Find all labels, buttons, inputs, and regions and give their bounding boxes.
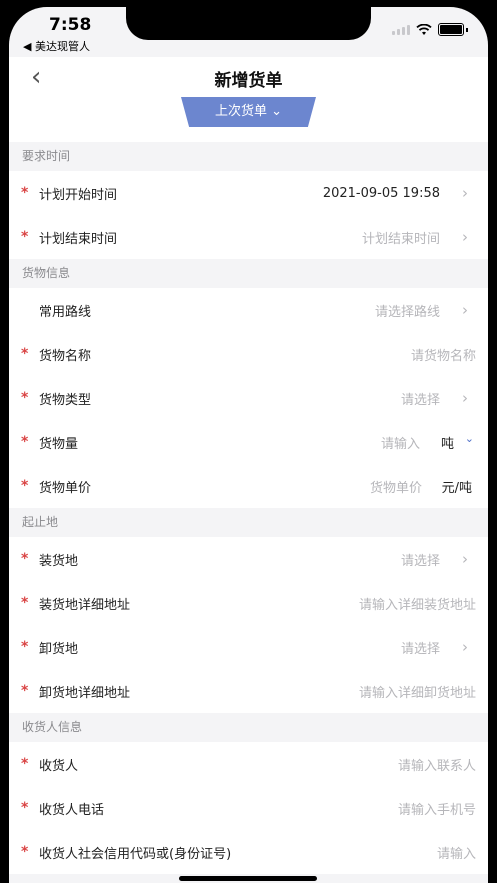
goods-type-label: 货物类型 bbox=[39, 392, 92, 408]
chevron-right-icon: › bbox=[462, 228, 468, 246]
load-place-row[interactable]: * 装货地 请选择 › bbox=[9, 537, 488, 581]
goods-qty-input[interactable]: 请输入 bbox=[381, 433, 420, 452]
last-order-button[interactable]: 上次货单 ⌄ bbox=[181, 97, 316, 127]
order-form: 要求时间 * 计划开始时间 2021-09-05 19:58 › * 计划结束时… bbox=[9, 142, 488, 874]
goods-qty-unit[interactable]: 吨 bbox=[441, 433, 454, 452]
load-place-value[interactable]: 请选择 bbox=[401, 550, 440, 569]
common-route-row[interactable]: 常用路线 请选择路线 › bbox=[9, 288, 488, 332]
plan-start-row[interactable]: * 计划开始时间 2021-09-05 19:58 › bbox=[9, 171, 488, 215]
unload-place-value[interactable]: 请选择 bbox=[401, 638, 440, 657]
signal-icon bbox=[392, 24, 410, 35]
load-addr-input[interactable]: 请输入详细装货地址 bbox=[359, 594, 476, 613]
load-addr-label: 装货地详细地址 bbox=[39, 597, 131, 613]
goods-name-label: 货物名称 bbox=[39, 348, 92, 364]
goods-price-unit: 元/吨 bbox=[441, 480, 472, 496]
required-icon: * bbox=[21, 346, 29, 362]
plan-end-label: 计划结束时间 bbox=[39, 231, 118, 247]
receiver-label: 收货人 bbox=[39, 758, 79, 774]
required-icon: * bbox=[21, 434, 29, 450]
back-to-app-link[interactable]: ◀ 美达现管人 bbox=[23, 38, 90, 54]
required-icon: * bbox=[21, 390, 29, 406]
section-header-receiver: 收货人信息 bbox=[9, 713, 488, 742]
receiver-input[interactable]: 请输入联系人 bbox=[398, 755, 476, 774]
section-header-goods: 货物信息 bbox=[9, 259, 488, 288]
plan-start-value[interactable]: 2021-09-05 19:58 bbox=[323, 186, 440, 201]
receiver-row[interactable]: * 收货人 请输入联系人 bbox=[9, 742, 488, 786]
required-icon: * bbox=[21, 756, 29, 772]
goods-name-input[interactable]: 请货物名称 bbox=[411, 345, 476, 364]
wifi-icon bbox=[416, 23, 432, 35]
plan-start-label: 计划开始时间 bbox=[39, 187, 118, 203]
required-icon: * bbox=[21, 478, 29, 494]
required-icon: * bbox=[21, 800, 29, 816]
chevron-right-icon: › bbox=[462, 550, 468, 568]
unload-addr-row[interactable]: * 卸货地详细地址 请输入详细卸货地址 bbox=[9, 669, 488, 713]
tab-area: 上次货单 ⌄ bbox=[9, 97, 488, 142]
section-header-route: 起止地 bbox=[9, 508, 488, 537]
unload-addr-label: 卸货地详细地址 bbox=[39, 685, 131, 701]
chevron-right-icon: › bbox=[462, 301, 468, 319]
receiver-phone-label: 收货人电话 bbox=[39, 802, 105, 818]
receiver-credit-row[interactable]: * 收货人社会信用代码或(身份证号) 请输入 bbox=[9, 830, 488, 874]
goods-name-row[interactable]: * 货物名称 请货物名称 bbox=[9, 332, 488, 376]
section-header-time: 要求时间 bbox=[9, 142, 488, 171]
goods-type-row[interactable]: * 货物类型 请选择 › bbox=[9, 376, 488, 420]
chevron-down-icon[interactable]: ⌄ bbox=[465, 432, 474, 445]
goods-qty-label: 货物量 bbox=[39, 436, 79, 452]
common-route-label: 常用路线 bbox=[39, 304, 92, 320]
battery-tip bbox=[466, 27, 468, 32]
chevron-right-icon: › bbox=[462, 638, 468, 656]
plan-end-row[interactable]: * 计划结束时间 计划结束时间 › bbox=[9, 215, 488, 259]
required-icon: * bbox=[21, 639, 29, 655]
goods-price-label: 货物单价 bbox=[39, 480, 92, 496]
unload-place-label: 卸货地 bbox=[39, 641, 79, 657]
receiver-credit-input[interactable]: 请输入 bbox=[437, 843, 476, 862]
goods-price-row[interactable]: * 货物单价 货物单价 元/吨 bbox=[9, 464, 488, 508]
plan-end-value[interactable]: 计划结束时间 bbox=[362, 228, 440, 247]
receiver-credit-label: 收货人社会信用代码或(身份证号) bbox=[39, 846, 232, 862]
required-icon: * bbox=[21, 229, 29, 245]
required-icon: * bbox=[21, 844, 29, 860]
receiver-phone-row[interactable]: * 收货人电话 请输入手机号 bbox=[9, 786, 488, 830]
load-place-label: 装货地 bbox=[39, 553, 79, 569]
home-indicator bbox=[179, 876, 317, 881]
goods-price-input[interactable]: 货物单价 bbox=[370, 477, 422, 496]
receiver-phone-input[interactable]: 请输入手机号 bbox=[398, 799, 476, 818]
status-time: 7:58 bbox=[49, 15, 92, 35]
status-icons bbox=[392, 23, 468, 36]
required-icon: * bbox=[21, 551, 29, 567]
chevron-right-icon: › bbox=[462, 389, 468, 407]
required-icon: * bbox=[21, 595, 29, 611]
phone-screen: 7:58 ◀ 美达现管人 ‹ 新增货单 上次货单 ⌄ 要求时间 * 计划开始时间… bbox=[9, 7, 488, 883]
unload-place-row[interactable]: * 卸货地 请选择 › bbox=[9, 625, 488, 669]
load-addr-row[interactable]: * 装货地详细地址 请输入详细装货地址 bbox=[9, 581, 488, 625]
goods-qty-row[interactable]: * 货物量 请输入 吨 ⌄ bbox=[9, 420, 488, 464]
page-title: 新增货单 bbox=[214, 71, 283, 91]
chevron-right-icon: › bbox=[462, 184, 468, 202]
nav-bar: ‹ 新增货单 bbox=[9, 57, 488, 97]
common-route-value[interactable]: 请选择路线 bbox=[375, 301, 440, 320]
notch bbox=[126, 7, 371, 40]
required-icon: * bbox=[21, 185, 29, 201]
goods-type-value[interactable]: 请选择 bbox=[401, 389, 440, 408]
required-icon: * bbox=[21, 683, 29, 699]
unload-addr-input[interactable]: 请输入详细卸货地址 bbox=[359, 682, 476, 701]
battery-icon bbox=[438, 23, 464, 36]
